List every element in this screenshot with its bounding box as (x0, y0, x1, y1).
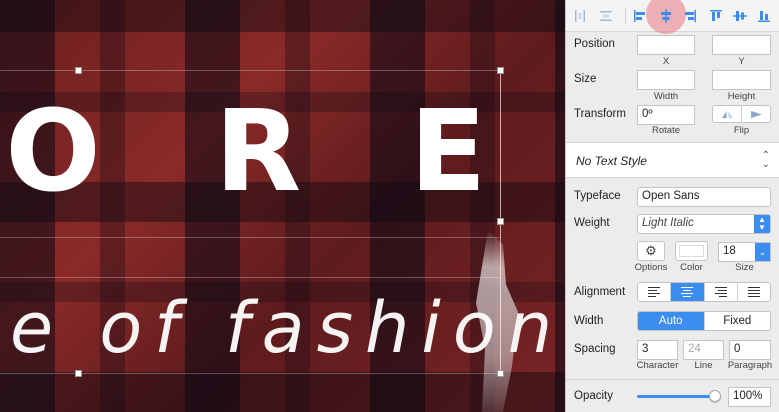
distribute-horizontal-icon[interactable] (570, 6, 590, 26)
opacity-slider[interactable] (637, 390, 721, 402)
x-label: X (662, 56, 670, 67)
character-label: Character (636, 360, 679, 371)
align-vertical-center-icon[interactable] (730, 6, 750, 26)
alignment-label: Alignment (574, 286, 626, 298)
canvas-title-text[interactable]: O R E (0, 96, 503, 208)
weight-label: Weight (574, 217, 610, 229)
typeface-field[interactable]: Open Sans (637, 187, 771, 207)
opacity-slider-fill (637, 395, 715, 398)
text-align-right-button[interactable] (705, 283, 738, 301)
canvas-subtitle-text[interactable]: e of fashion (10, 288, 564, 368)
chevron-updown-icon: ⌃ ⌄ (761, 150, 770, 170)
text-style-dropdown[interactable]: No Text Style ⌃ ⌄ (566, 142, 779, 178)
text-align-justify-icon (747, 287, 760, 297)
resize-handle[interactable] (497, 370, 504, 377)
text-align-justify-button[interactable] (738, 283, 770, 301)
line-label: Line (694, 360, 713, 371)
height-field[interactable] (712, 70, 771, 90)
rotate-label: Rotate (652, 125, 680, 136)
size-label: Size (574, 73, 597, 85)
paragraph-label: Paragraph (727, 360, 773, 371)
font-size-field[interactable]: 18 ⌄ (718, 242, 771, 262)
options-label: Options (634, 262, 668, 273)
align-bottom-icon[interactable] (754, 6, 774, 26)
resize-handle[interactable] (497, 67, 504, 74)
flip-label: Flip (733, 125, 750, 136)
text-align-left-icon (648, 287, 661, 297)
paragraph-spacing-field[interactable]: 0 (729, 340, 771, 360)
transform-label: Transform (574, 108, 626, 120)
align-left-icon[interactable] (630, 6, 650, 26)
title-letter: R (214, 87, 302, 217)
toolbar-divider (625, 8, 626, 24)
text-align-right-icon (714, 287, 727, 297)
position-x-field[interactable] (637, 35, 695, 55)
width-mode-control: Auto Fixed (637, 311, 771, 331)
flip-horizontal-icon (721, 110, 733, 118)
flip-vertical-icon (750, 110, 762, 118)
text-align-left-button[interactable] (638, 283, 672, 301)
y-label: Y (738, 56, 745, 67)
title-letter: O (5, 87, 101, 217)
character-spacing-field[interactable]: 3 (637, 340, 678, 360)
typeface-label: Typeface (574, 190, 621, 202)
gear-icon[interactable]: ⚙ (637, 241, 665, 261)
width-auto-button[interactable]: Auto (638, 312, 705, 330)
text-alignment-control (637, 282, 771, 302)
inspector-panel: Position X Y Size Width Height Transform… (565, 0, 779, 412)
resize-handle[interactable] (75, 370, 82, 377)
section-divider (566, 379, 779, 380)
text-style-value: No Text Style (576, 154, 647, 168)
color-swatch[interactable] (675, 241, 708, 261)
distribute-vertical-icon[interactable] (596, 6, 616, 26)
opacity-slider-knob[interactable] (709, 390, 721, 402)
position-y-field[interactable] (712, 35, 771, 55)
font-size-value: 18 (723, 245, 736, 257)
width-label: Width (653, 91, 679, 102)
guide-line (0, 237, 500, 238)
align-horizontal-center-icon[interactable] (656, 6, 676, 26)
width-mode-label: Width (574, 315, 604, 327)
flip-control (712, 105, 771, 123)
position-label: Position (574, 38, 615, 50)
flip-vertical-button[interactable] (742, 106, 770, 122)
align-top-icon[interactable] (706, 6, 726, 26)
resize-handle[interactable] (75, 67, 82, 74)
text-align-center-button[interactable] (671, 283, 705, 301)
guide-line (0, 277, 500, 278)
select-stepper-icon: ▲ ▼ (754, 215, 770, 233)
rotate-field[interactable]: 0º (637, 105, 695, 125)
title-letter: E (409, 87, 487, 217)
spacing-label: Spacing (574, 343, 616, 355)
color-label: Color (680, 262, 703, 273)
resize-handle[interactable] (497, 218, 504, 225)
width-fixed-button[interactable]: Fixed (705, 312, 771, 330)
flip-horizontal-button[interactable] (713, 106, 742, 122)
align-right-icon[interactable] (680, 6, 700, 26)
chevron-down-icon[interactable]: ⌄ (755, 243, 770, 261)
weight-value: Light Italic (642, 217, 694, 229)
width-field[interactable] (637, 70, 695, 90)
weight-select[interactable]: Light Italic ▲ ▼ (637, 214, 771, 234)
height-label: Height (727, 91, 756, 102)
text-align-center-icon (681, 287, 694, 297)
color-fill (679, 245, 704, 257)
opacity-field[interactable]: 100% (728, 387, 771, 407)
alignment-toolbar (566, 0, 779, 34)
design-canvas[interactable]: O R E e of fashion (0, 0, 565, 412)
size-label: Size (735, 262, 754, 273)
opacity-label: Opacity (574, 390, 613, 402)
line-spacing-field[interactable]: 24 (683, 340, 724, 360)
